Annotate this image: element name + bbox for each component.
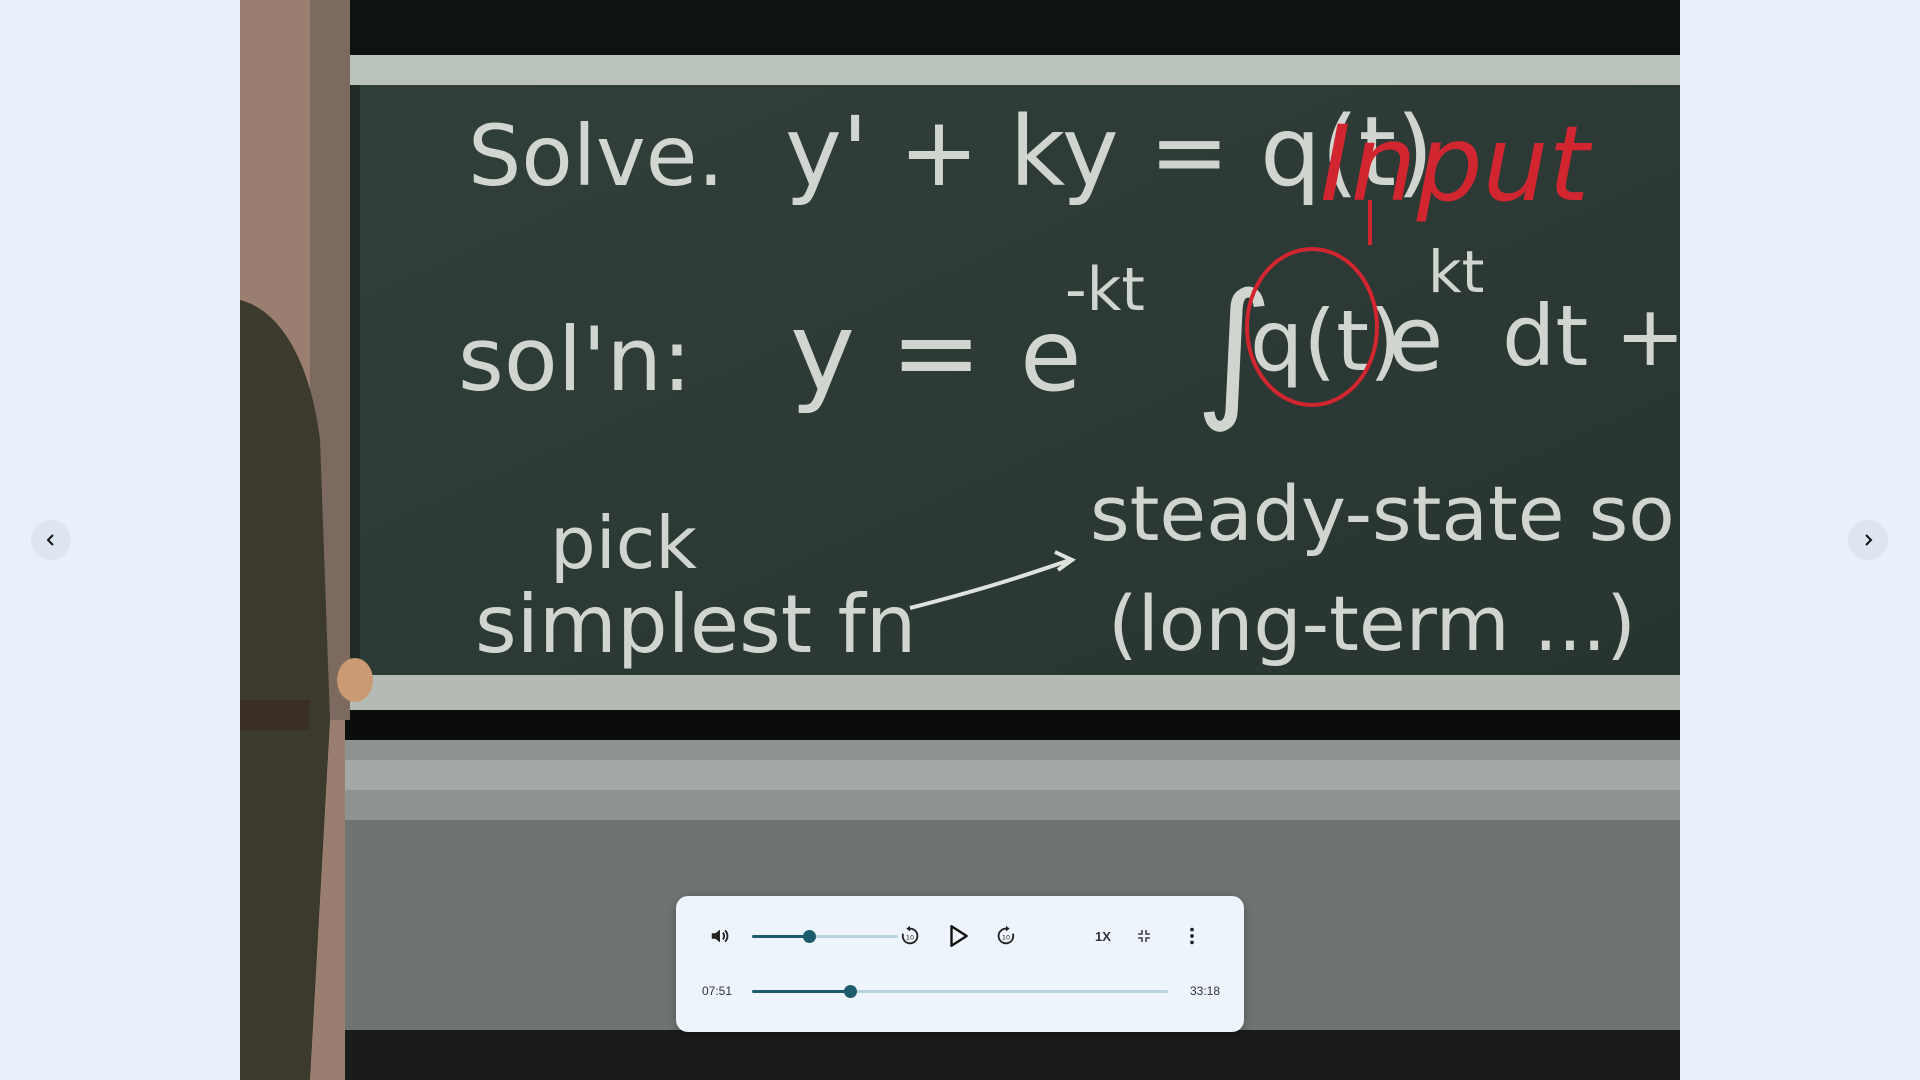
board-text-steady-state: steady-state soln [1090, 469, 1680, 558]
replay-10-icon: 10 [901, 925, 919, 945]
board-text-y-equals: y = [790, 288, 982, 416]
forward-10-icon: 10 [997, 925, 1015, 945]
volume-button[interactable] [706, 922, 734, 950]
volume-slider-thumb[interactable] [802, 930, 816, 943]
volume-icon [711, 929, 729, 943]
board-text-circled: q(t) [1250, 292, 1402, 390]
seek-bar[interactable] [752, 985, 1168, 998]
more-vert-icon [1190, 927, 1194, 945]
forward-10-button[interactable]: 10 [992, 922, 1020, 950]
playback-speed-button[interactable]: 1X [1084, 922, 1122, 950]
current-time: 07:51 [702, 984, 733, 998]
svg-text:10: 10 [906, 934, 914, 942]
previous-button[interactable] [31, 520, 71, 560]
playback-speed-label: 1X [1095, 928, 1111, 944]
chevron-right-icon [1865, 534, 1873, 546]
board-text-long-term: (long-term ...) [1108, 579, 1636, 668]
next-button[interactable] [1848, 520, 1888, 560]
board-text-pick: pick [550, 501, 697, 585]
player-controls: 10 10 1X 07:51 33:18 [676, 896, 1244, 1032]
board-text-solve: Solve. [468, 107, 724, 205]
board-text-exp-inner-power: kt [1428, 238, 1484, 306]
more-options-button[interactable] [1178, 922, 1206, 950]
board-text-simplest: simplest fn [475, 578, 916, 671]
exit-fullscreen-button[interactable] [1130, 922, 1158, 950]
duration: 33:18 [1190, 984, 1221, 998]
board-text-exp-power: -kt [1065, 255, 1145, 325]
play-icon [950, 925, 968, 947]
seek-bar-thumb[interactable] [843, 985, 857, 998]
svg-text:10: 10 [1002, 934, 1010, 942]
annotation-text: Input [1320, 103, 1593, 225]
volume-slider[interactable] [752, 930, 898, 943]
board-text-soln: sol'n: [458, 308, 692, 411]
board-text-dt: dt + [1502, 287, 1680, 385]
chevron-left-icon [46, 534, 54, 546]
rewind-10-button[interactable]: 10 [896, 922, 924, 950]
fullscreen-exit-icon [1138, 930, 1150, 942]
play-button[interactable] [942, 920, 974, 952]
